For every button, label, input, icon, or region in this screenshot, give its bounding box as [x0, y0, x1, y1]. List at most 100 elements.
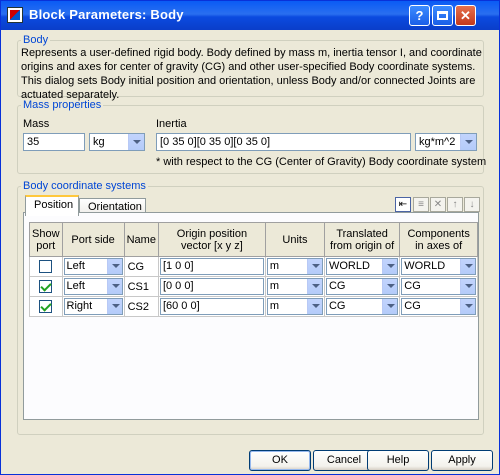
mass-unit-select[interactable]: kg	[89, 133, 145, 151]
delete-row-button[interactable]: ✕	[430, 197, 446, 212]
mass-label: Mass	[23, 118, 50, 130]
mass-unit-value: kg	[93, 136, 105, 148]
translated-from-select[interactable]: CG	[325, 298, 399, 315]
inertia-label: Inertia	[156, 118, 187, 130]
units-select[interactable]: m	[266, 258, 323, 275]
origin-input[interactable]: [1 0 0]	[159, 258, 264, 275]
chevron-down-icon	[106, 299, 122, 314]
table-row: Right CS2 [60 0 0] m CG CG	[29, 296, 478, 317]
chevron-down-icon	[460, 259, 475, 274]
units-value: m	[269, 260, 280, 272]
close-button[interactable]: ✕	[455, 5, 476, 26]
chevron-down-icon	[460, 279, 475, 294]
mass-input[interactable]: 35	[23, 133, 85, 151]
units-cell: m	[264, 256, 325, 277]
chevron-down-icon	[460, 134, 476, 150]
show-port-checkbox[interactable]	[39, 280, 53, 293]
translated-from-select[interactable]: CG	[325, 278, 399, 295]
units-value: m	[269, 300, 280, 312]
table-row: Left CG [1 0 0] m WORLD WORLD	[29, 256, 478, 277]
inertia-unit-select[interactable]: kg*m^2	[415, 133, 477, 151]
translated-from-select[interactable]: WORLD	[325, 258, 399, 275]
column-header-origin: Origin position vector [x y z]	[157, 222, 266, 257]
cs-name: CG	[127, 260, 145, 273]
show-port-cell	[29, 296, 63, 317]
show-port-cell	[29, 276, 63, 297]
port-side-value: Left	[66, 280, 85, 292]
move-up-button[interactable]: ↑	[447, 197, 463, 212]
components-in-select[interactable]: WORLD	[401, 258, 476, 275]
add-row-icon: ⇤	[398, 199, 408, 210]
port-side-select[interactable]: Right	[63, 298, 123, 315]
duplicate-row-icon: ≡	[418, 199, 424, 210]
translated-cell: WORLD	[323, 256, 401, 277]
column-header-name: Name	[123, 222, 159, 257]
column-header-port-side: Port side	[61, 222, 125, 257]
help-title-button[interactable]: ?	[409, 5, 430, 26]
chevron-down-icon	[382, 279, 398, 294]
show-port-checkbox[interactable]	[39, 300, 53, 313]
components-cell: WORLD	[399, 256, 478, 277]
column-header-translated-from: Translated from origin of	[323, 222, 401, 257]
port-side-value: Left	[66, 260, 85, 272]
components-in-value: CG	[404, 300, 421, 312]
duplicate-row-button[interactable]: ≡	[413, 197, 429, 212]
components-in-value: CG	[404, 280, 421, 292]
port-side-value: Right	[66, 300, 93, 312]
move-up-icon: ↑	[452, 199, 458, 210]
add-row-button[interactable]: ⇤	[395, 197, 411, 212]
mass-properties-legend: Mass properties	[23, 99, 102, 111]
components-in-select[interactable]: CG	[401, 278, 476, 295]
components-cell: CG	[399, 276, 478, 297]
cancel-button[interactable]: Cancel	[313, 450, 375, 471]
table-row: Left CS1 [0 0 0] m CG CG	[29, 276, 478, 297]
port-side-cell: Right	[61, 296, 125, 317]
column-header-show-port: Show port	[29, 222, 63, 257]
units-cell: m	[264, 296, 325, 317]
origin-input[interactable]: [0 0 0]	[159, 278, 264, 295]
origin-input[interactable]: [60 0 0]	[159, 298, 264, 315]
units-value: m	[269, 280, 280, 292]
port-side-cell: Left	[61, 276, 125, 297]
units-cell: m	[264, 276, 325, 297]
title-bar[interactable]: Block Parameters: Body ? ✕	[1, 1, 499, 30]
cs-name: CS2	[127, 300, 150, 313]
components-in-value: WORLD	[404, 260, 446, 272]
port-side-select[interactable]: Left	[63, 258, 123, 275]
name-cell: CG	[123, 256, 159, 277]
chevron-down-icon	[106, 259, 122, 274]
inertia-note: * with respect to the CG (Center of Grav…	[156, 156, 487, 168]
close-icon: ✕	[460, 8, 471, 23]
port-side-cell: Left	[61, 256, 125, 277]
translated-from-value: CG	[328, 280, 346, 292]
origin-cell: [60 0 0]	[157, 296, 266, 317]
name-cell: CS1	[123, 276, 159, 297]
question-mark-icon: ?	[415, 8, 424, 23]
body-description: Represents a user-defined rigid body. Bo…	[21, 47, 482, 101]
units-select[interactable]: m	[266, 298, 323, 315]
delete-row-icon: ✕	[433, 199, 443, 210]
position-tab-panel: Show port Port side Name Origin position…	[23, 212, 479, 420]
inertia-input[interactable]: [0 35 0][0 35 0][0 35 0]	[156, 133, 411, 151]
chevron-down-icon	[128, 134, 144, 150]
move-down-button[interactable]: ↓	[464, 197, 480, 212]
chevron-down-icon	[460, 299, 475, 314]
block-parameters-dialog: Block Parameters: Body ? ✕ Body Represen…	[0, 0, 500, 475]
body-group: Body Represents a user-defined rigid bod…	[17, 34, 484, 101]
ok-button[interactable]: OK	[249, 450, 311, 471]
name-cell: CS2	[123, 296, 159, 317]
components-cell: CG	[399, 296, 478, 317]
port-side-select[interactable]: Left	[63, 278, 123, 295]
tab-position[interactable]: Position	[25, 195, 79, 216]
units-select[interactable]: m	[266, 278, 323, 295]
column-header-units: Units	[264, 222, 325, 257]
components-in-select[interactable]: CG	[401, 298, 476, 315]
table-header-row: Show port Port side Name Origin position…	[29, 222, 478, 257]
move-down-icon: ↓	[469, 199, 475, 210]
maximize-button[interactable]	[432, 5, 453, 26]
chevron-down-icon	[382, 259, 398, 274]
show-port-checkbox[interactable]	[39, 260, 53, 273]
apply-button[interactable]: Apply	[431, 450, 493, 471]
window-title: Block Parameters: Body	[29, 7, 184, 22]
help-button[interactable]: Help	[367, 450, 429, 471]
